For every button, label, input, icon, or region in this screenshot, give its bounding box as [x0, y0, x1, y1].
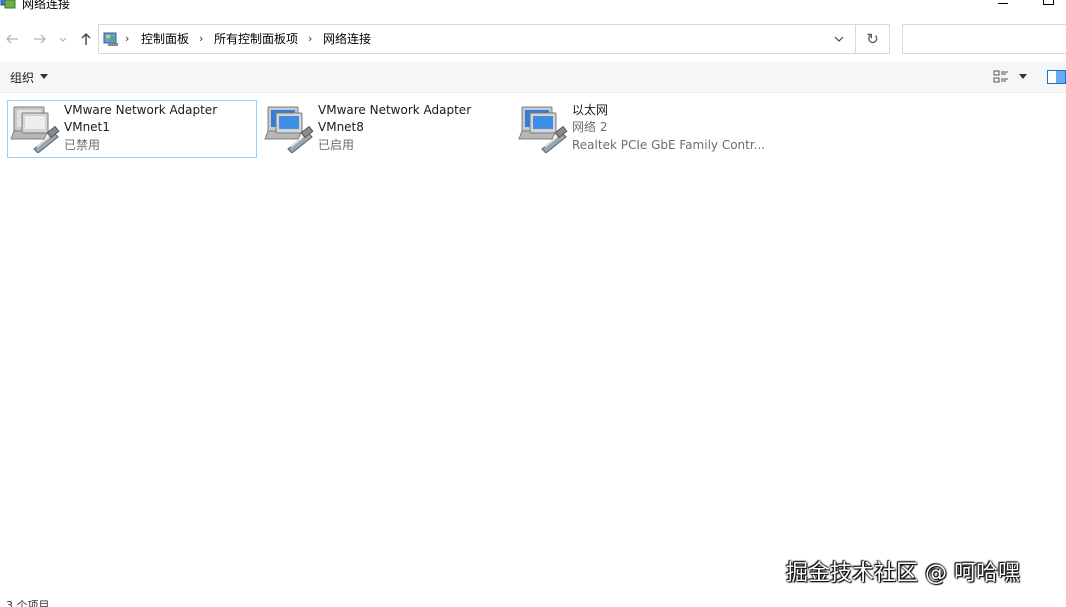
connection-item-ethernet[interactable]: 以太网 网络 2 Realtek PCIe GbE Family Contr..…	[515, 100, 775, 158]
breadcrumb-separator[interactable]: ›	[308, 31, 312, 47]
chevron-down-icon	[59, 37, 67, 42]
status-bar-item-count: 3 个项目	[6, 599, 50, 607]
back-button[interactable]	[2, 28, 22, 50]
organize-menu-button[interactable]: 组织	[10, 70, 34, 86]
chevron-down-icon[interactable]	[833, 33, 845, 45]
connection-device: VMnet1	[64, 120, 110, 134]
network-adapter-icon	[264, 106, 314, 153]
network-adapter-icon	[518, 106, 568, 153]
connection-item-vmnet1[interactable]: VMware Network Adapter VMnet1 已禁用	[7, 100, 257, 158]
connection-network: 网络 2	[572, 120, 608, 134]
network-adapter-disabled-icon	[10, 106, 60, 153]
forward-button[interactable]	[30, 28, 50, 50]
network-connections-icon	[0, 0, 16, 9]
connection-name: VMware Network Adapter	[64, 103, 218, 117]
caret-down-icon[interactable]	[1019, 74, 1027, 79]
connection-status: 已禁用	[64, 138, 101, 152]
command-bar: 组织	[0, 62, 1066, 93]
address-bar[interactable]: › 控制面板 › 所有控制面板项 › 网络连接	[98, 24, 856, 54]
breadcrumb-control-panel[interactable]: 控制面板	[141, 31, 189, 47]
maximize-button[interactable]	[1040, 0, 1060, 10]
connection-name: VMware Network Adapter	[318, 103, 472, 117]
navigation-bar: › 控制面板 › 所有控制面板项 › 网络连接 ↻	[0, 20, 1066, 60]
caret-down-icon[interactable]	[40, 74, 48, 79]
control-panel-icon	[103, 32, 118, 46]
view-options-icon[interactable]	[993, 69, 1009, 85]
preview-pane-icon[interactable]	[1047, 70, 1066, 84]
breadcrumb-network-connections[interactable]: 网络连接	[323, 31, 371, 47]
connection-status: 已启用	[318, 138, 355, 152]
connections-list: VMware Network Adapter VMnet1 已禁用 VMware…	[0, 94, 1066, 594]
recent-locations-button[interactable]	[56, 28, 70, 50]
breadcrumb-separator[interactable]: ›	[199, 31, 203, 47]
breadcrumb-separator[interactable]: ›	[125, 31, 129, 47]
connection-item-vmnet8[interactable]: VMware Network Adapter VMnet8 已启用	[261, 100, 511, 158]
refresh-button[interactable]: ↻	[856, 24, 890, 54]
refresh-icon: ↻	[866, 30, 879, 48]
up-button[interactable]	[76, 28, 96, 50]
breadcrumb-all-items[interactable]: 所有控制面板项	[214, 31, 298, 47]
connection-device: VMnet8	[318, 120, 364, 134]
arrow-up-icon	[81, 33, 91, 45]
watermark-text: 掘金技术社区 @ 呵哈嘿	[786, 561, 1020, 586]
minimize-button[interactable]	[994, 0, 1014, 10]
connection-name: 以太网	[572, 103, 609, 117]
arrow-left-icon	[6, 34, 18, 44]
connection-device: Realtek PCIe GbE Family Contr...	[572, 138, 766, 152]
search-input[interactable]	[902, 24, 1066, 54]
arrow-right-icon	[34, 34, 46, 44]
window-title: 网络连接	[22, 0, 71, 11]
title-bar: 网络连接	[0, 0, 1066, 14]
